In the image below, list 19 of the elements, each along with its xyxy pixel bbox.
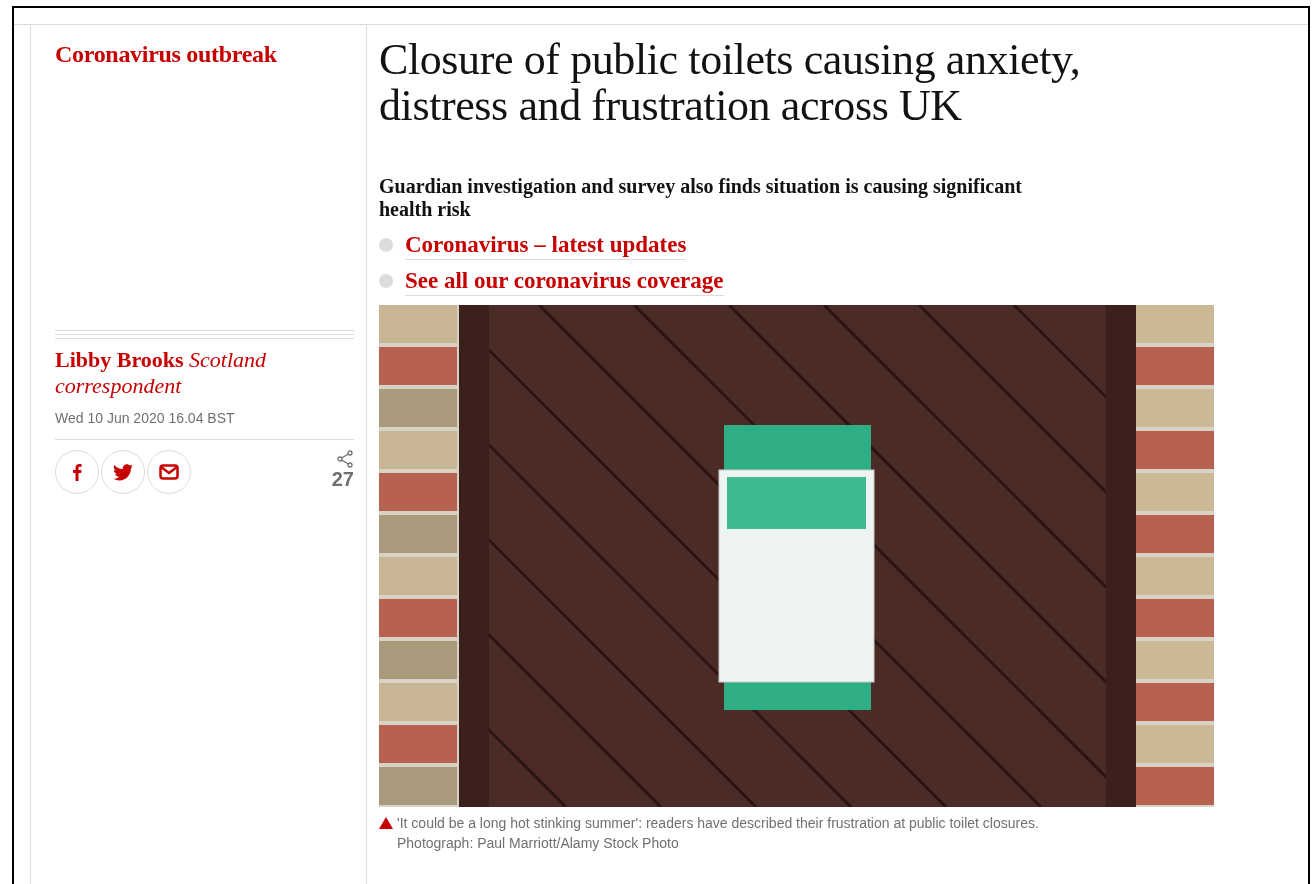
headline: Closure of public toilets causing anxiety, distress and frustration across UK (379, 37, 1082, 129)
bullet-dot (379, 238, 393, 252)
share-button[interactable] (55, 450, 99, 494)
share-button[interactable] (147, 450, 191, 494)
publish-date: Wed 10 Jun 2020 16.04 BST (55, 409, 236, 427)
standfirst: Guardian investigation and survey also finds situation is causing significant health risk (379, 175, 1023, 221)
envelope-icon (159, 464, 179, 480)
bullet-dot (379, 274, 393, 288)
related-link[interactable]: Coronavirus – latest updates (405, 230, 687, 260)
bird-icon (113, 463, 133, 481)
related-link[interactable]: See all our coronavirus coverage (405, 266, 724, 296)
share-count: 27 (331, 468, 354, 490)
byline[interactable]: Libby Brooks Scotland correspondent (55, 347, 354, 399)
share-button[interactable] (101, 450, 145, 494)
section-label[interactable]: Coronavirus outbreak (55, 39, 354, 69)
share-icon (336, 450, 354, 468)
photo-caption: 'It could be a long hot stinking summer': readers have described their frustration at public toilet closures. Photograph: Paul Marriott/Alamy Stock Photo (397, 814, 1039, 853)
triangle-icon (379, 817, 393, 829)
f-letter-icon (72, 463, 82, 481)
